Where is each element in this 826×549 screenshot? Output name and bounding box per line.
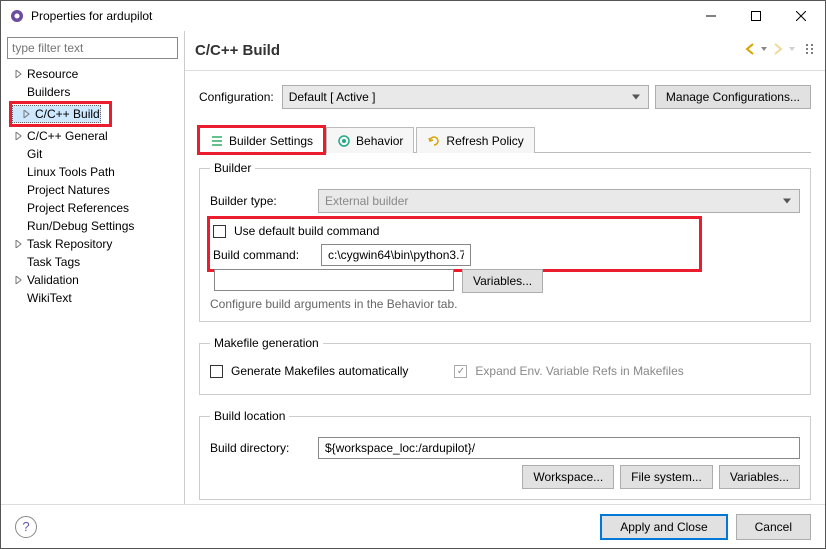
page-header: C/C++ Build: [185, 31, 825, 71]
back-dropdown-icon[interactable]: [761, 42, 767, 59]
tree-item-label: C/C++ Build: [35, 107, 100, 121]
refresh-icon: [427, 134, 441, 148]
use-default-build-command-label: Use default build command: [234, 224, 379, 238]
builder-note: Configure build arguments in the Behavio…: [210, 297, 800, 311]
generate-makefiles-label: Generate Makefiles automatically: [231, 364, 408, 378]
build-command-ext-input[interactable]: [214, 269, 454, 291]
builder-legend: Builder: [210, 161, 255, 175]
tree-item[interactable]: Builders: [5, 83, 184, 101]
maximize-button[interactable]: [733, 2, 778, 30]
page-title: C/C++ Build: [195, 42, 743, 59]
build-loc-variables-button[interactable]: Variables...: [719, 465, 800, 489]
tab-behavior[interactable]: Behavior: [326, 127, 414, 153]
build-command-input[interactable]: [321, 244, 471, 266]
tree-item-label: Linux Tools Path: [27, 165, 115, 179]
minimize-button[interactable]: [688, 2, 733, 30]
tree-item-label: Git: [27, 147, 42, 161]
dialog-footer: ? Apply and Close Cancel: [1, 504, 825, 548]
chevron-right-icon[interactable]: [13, 274, 25, 286]
tree-item[interactable]: Git: [5, 145, 184, 163]
tree-item[interactable]: Task Tags: [5, 253, 184, 271]
left-sidebar: Resource Builders C/C++ Build C/C++ General…: [1, 31, 185, 504]
build-directory-input[interactable]: [318, 437, 800, 459]
apply-and-close-button[interactable]: Apply and Close: [600, 514, 727, 540]
file-system-button[interactable]: File system...: [620, 465, 713, 489]
highlighted-tree-item: C/C++ Build: [9, 101, 112, 127]
tree-item[interactable]: Run/Debug Settings: [5, 217, 184, 235]
builder-type-label: Builder type:: [210, 194, 310, 208]
tree-item-label: Project References: [27, 201, 129, 215]
build-location-legend: Build location: [210, 409, 289, 423]
tab-builder-settings[interactable]: Builder Settings: [199, 127, 324, 153]
forward-dropdown-icon[interactable]: [789, 42, 795, 59]
properties-tree: Resource Builders C/C++ Build C/C++ General…: [1, 65, 184, 307]
help-icon[interactable]: ?: [15, 516, 37, 538]
tree-item[interactable]: C/C++ Build: [12, 105, 101, 123]
manage-configurations-button[interactable]: Manage Configurations...: [655, 85, 811, 109]
tree-item-label: Resource: [27, 67, 78, 81]
close-button[interactable]: [778, 2, 823, 30]
builder-group: Builder Builder type: External builder U…: [199, 161, 811, 322]
record-icon: [337, 134, 351, 148]
tree-item[interactable]: WikiText: [5, 289, 184, 307]
workspace-button[interactable]: Workspace...: [522, 465, 614, 489]
expand-env-refs-label: Expand Env. Variable Refs in Makefiles: [475, 364, 683, 378]
build-command-variables-button[interactable]: Variables...: [462, 269, 543, 293]
build-command-label: Build command:: [213, 248, 313, 262]
tab-bar: Builder Settings Behavior Refresh Policy: [199, 127, 811, 153]
tab-refresh-policy[interactable]: Refresh Policy: [416, 127, 534, 153]
configuration-combo[interactable]: Default [ Active ]: [282, 85, 649, 109]
builder-type-combo[interactable]: External builder: [318, 189, 800, 213]
makefile-group: Makefile generation Generate Makefiles a…: [199, 336, 811, 395]
tree-item[interactable]: Validation: [5, 271, 184, 289]
view-menu-icon[interactable]: [805, 42, 815, 59]
tree-item[interactable]: Project References: [5, 199, 184, 217]
back-icon[interactable]: [743, 42, 757, 59]
chevron-right-icon[interactable]: [21, 108, 33, 120]
tree-item-label: Task Repository: [27, 237, 112, 251]
configuration-label: Configuration:: [199, 90, 274, 104]
forward-icon[interactable]: [771, 42, 785, 59]
tree-item-label: Builders: [27, 85, 70, 99]
tree-item[interactable]: Task Repository: [5, 235, 184, 253]
configuration-row: Configuration: Default [ Active ] Manage…: [199, 85, 811, 109]
list-icon: [210, 134, 224, 148]
filter-input[interactable]: [7, 37, 178, 59]
chevron-right-icon[interactable]: [13, 238, 25, 250]
chevron-right-icon[interactable]: [13, 68, 25, 80]
generate-makefiles-checkbox[interactable]: [210, 365, 223, 378]
window-title: Properties for ardupilot: [31, 9, 688, 23]
cancel-button[interactable]: Cancel: [736, 514, 811, 540]
app-icon: [9, 8, 25, 24]
tree-item-label: WikiText: [27, 291, 72, 305]
use-default-build-command-checkbox[interactable]: [213, 225, 226, 238]
tree-item-label: Run/Debug Settings: [27, 219, 134, 233]
makefile-legend: Makefile generation: [210, 336, 323, 350]
tree-item[interactable]: Project Natures: [5, 181, 184, 199]
titlebar: Properties for ardupilot: [1, 1, 825, 31]
tree-item-label: Project Natures: [27, 183, 110, 197]
build-directory-label: Build directory:: [210, 441, 310, 455]
build-location-group: Build location Build directory: Workspac…: [199, 409, 811, 500]
tree-item[interactable]: Linux Tools Path: [5, 163, 184, 181]
tree-item-label: Validation: [27, 273, 79, 287]
right-pane: C/C++ Build Configuration: Default [ Act…: [185, 31, 825, 504]
chevron-right-icon[interactable]: [13, 130, 25, 142]
tree-item[interactable]: Resource: [5, 65, 184, 83]
tree-item[interactable]: C/C++ General: [5, 127, 184, 145]
tree-item-label: Task Tags: [27, 255, 80, 269]
nav-arrows: [743, 42, 815, 59]
expand-env-refs-checkbox: [454, 365, 467, 378]
tree-item-label: C/C++ General: [27, 129, 108, 143]
